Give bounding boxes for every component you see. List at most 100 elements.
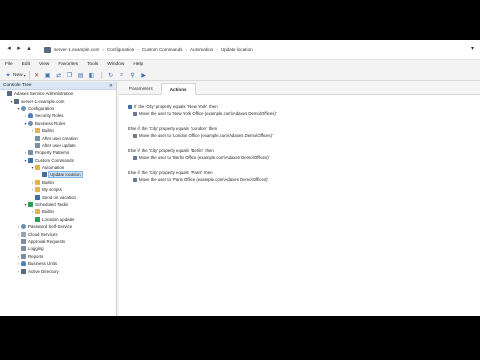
disable-icon[interactable]: ◧ bbox=[88, 71, 96, 79]
tree-item[interactable]: ▾ Custom Commands bbox=[0, 157, 116, 164]
refresh-icon[interactable]: ↻ bbox=[107, 71, 115, 79]
new-button[interactable]: ✦ New ▾ bbox=[4, 71, 30, 79]
tree-item[interactable]: › Builtin bbox=[0, 208, 116, 215]
menu-view[interactable]: View bbox=[39, 62, 49, 67]
action-text: Move the user to 'Berlin Office (example… bbox=[139, 155, 270, 160]
tree-item[interactable]: ▾ server-1.example.com bbox=[0, 97, 116, 104]
toolbar: ✦ New ▾ ✕ ▣ ⇄ ❐ ▤ ◧ ↻ ⌕ ⚲ ▶ bbox=[0, 70, 480, 81]
up-icon[interactable]: ▴ bbox=[25, 45, 33, 53]
tab-bar: Parameters Actions bbox=[119, 82, 480, 95]
breadcrumb-item[interactable]: Configuration bbox=[107, 47, 134, 52]
tree-item[interactable]: Location updater bbox=[0, 216, 116, 223]
chevron-down-icon: ▾ bbox=[23, 72, 26, 78]
tree-item[interactable]: › Builtin bbox=[0, 179, 116, 186]
move-user-icon bbox=[133, 177, 137, 182]
filter-icon[interactable]: ⚲ bbox=[129, 71, 137, 79]
tree-item[interactable]: › Builtin bbox=[0, 127, 116, 134]
doc-icon bbox=[21, 239, 26, 244]
tree-item[interactable]: ▾ Business Rules bbox=[0, 120, 116, 127]
tree-item[interactable]: After user update bbox=[0, 142, 116, 149]
action-row[interactable]: Move the user to 'London Office (example… bbox=[128, 132, 480, 139]
folder-icon bbox=[35, 165, 40, 171]
search-icon[interactable]: ⌕ bbox=[118, 71, 126, 79]
tree-item[interactable]: › My scripts bbox=[0, 186, 116, 193]
forward-icon[interactable]: ▸ bbox=[15, 45, 23, 53]
tree-item[interactable]: ▾ Automation bbox=[0, 164, 116, 171]
tree-item-label: Reports bbox=[28, 253, 44, 259]
breadcrumb-item[interactable]: Custom Commands bbox=[142, 47, 183, 52]
action-row[interactable]: Move the user to 'Berlin Office (example… bbox=[128, 154, 480, 161]
breadcrumb-item[interactable]: server-1.example.com bbox=[54, 47, 99, 52]
tree-item-label: Security Roles bbox=[35, 113, 64, 119]
tree-item[interactable]: › Reports bbox=[0, 253, 116, 260]
doc-icon bbox=[21, 253, 26, 259]
tree-item-label: Automation bbox=[42, 165, 65, 171]
run-icon[interactable]: ▶ bbox=[140, 71, 148, 79]
tree-item[interactable]: › Property Patterns bbox=[0, 149, 116, 156]
tree-item-label: Active Directory bbox=[28, 268, 59, 274]
tree-item[interactable]: Logging bbox=[0, 245, 116, 252]
properties-icon[interactable]: ▣ bbox=[44, 71, 52, 79]
tree-item-label: Adaxes Service Administration bbox=[14, 91, 74, 97]
close-icon[interactable]: ✕ bbox=[109, 83, 113, 89]
tree-item[interactable]: Approval Requests bbox=[0, 238, 116, 245]
tree-item-label: After user update bbox=[42, 142, 76, 148]
dropdown-icon[interactable]: ▾ bbox=[471, 45, 474, 52]
condition-value: 'Paris' bbox=[190, 170, 203, 175]
cmd-icon bbox=[35, 194, 40, 200]
condition-then: then bbox=[209, 104, 218, 109]
breadcrumb-item[interactable]: Update location bbox=[221, 47, 253, 52]
condition-text: the 'City' property equals bbox=[141, 148, 189, 153]
tree-item-label: Configuration bbox=[28, 105, 55, 111]
tree-item[interactable]: Send on vacation bbox=[0, 193, 116, 200]
tree-item[interactable]: After user creation bbox=[0, 134, 116, 141]
folder-icon bbox=[35, 209, 40, 215]
tree-item[interactable]: Update location bbox=[0, 171, 116, 179]
green-icon bbox=[28, 202, 33, 208]
condition-row[interactable]: If the 'City' property equals 'New York' th… bbox=[128, 103, 480, 110]
tree-item[interactable]: ▾ Configuration bbox=[0, 105, 116, 112]
doc-icon bbox=[35, 135, 40, 141]
breadcrumb[interactable]: server-1.example.com › Configuration › C… bbox=[44, 44, 253, 55]
condition-row[interactable]: Else if the 'City' property equals 'London… bbox=[128, 125, 480, 132]
tree-item[interactable]: ▾ Scheduled Tasks bbox=[0, 201, 116, 208]
tab-parameters[interactable]: Parameters bbox=[121, 82, 161, 94]
tree-item-label: Logging bbox=[28, 246, 44, 252]
doc-icon bbox=[21, 246, 26, 252]
menu-file[interactable]: File bbox=[5, 62, 13, 67]
condition-value: 'Berlin' bbox=[190, 148, 204, 153]
condition-text: the 'City' property equals bbox=[141, 126, 189, 131]
tab-actions[interactable]: Actions bbox=[160, 83, 196, 95]
tree-item[interactable]: › Password Self-Service bbox=[0, 223, 116, 230]
tree-item[interactable]: › Business Units bbox=[0, 260, 116, 267]
back-icon[interactable]: ◂ bbox=[5, 45, 13, 53]
menu-favorites[interactable]: Favorites bbox=[58, 62, 78, 67]
folder-icon bbox=[35, 179, 40, 185]
tree-item-label: Business Units bbox=[28, 261, 58, 267]
breadcrumb-separator: › bbox=[185, 47, 187, 52]
breadcrumb-item[interactable]: Automation bbox=[190, 47, 213, 52]
condition-block: If the 'City' property equals 'New York' th… bbox=[128, 103, 480, 117]
server-icon bbox=[44, 46, 51, 53]
tree-item[interactable]: › Active Directory bbox=[0, 267, 116, 274]
action-row[interactable]: Move the user to 'New York Office (examp… bbox=[128, 110, 480, 117]
tree-item-label: Password Self-Service bbox=[28, 224, 73, 230]
condition-row[interactable]: Else if the 'City' property equals 'Berlin… bbox=[128, 147, 480, 154]
paste-icon[interactable]: ▤ bbox=[77, 71, 85, 79]
menu-window[interactable]: Window bbox=[107, 62, 124, 67]
copy-icon[interactable]: ❐ bbox=[66, 71, 74, 79]
tree-item[interactable]: › Security Roles bbox=[0, 112, 116, 119]
menu-edit[interactable]: Edit bbox=[22, 62, 30, 67]
grey-icon bbox=[21, 231, 26, 237]
condition-row[interactable]: Else if the 'City' property equals 'Paris'… bbox=[128, 169, 480, 176]
move-icon[interactable]: ⇄ bbox=[55, 71, 63, 79]
menu-tools[interactable]: Tools bbox=[87, 62, 98, 67]
delete-icon[interactable]: ✕ bbox=[33, 71, 41, 79]
action-row[interactable]: Move the user to 'Paris Office (example.… bbox=[128, 176, 480, 183]
tree-item[interactable]: › Cloud Services bbox=[0, 230, 116, 237]
tree-item-label: Business Rules bbox=[35, 120, 66, 126]
tree-item[interactable]: Adaxes Service Administration bbox=[0, 90, 116, 97]
menu-help[interactable]: Help bbox=[133, 62, 143, 67]
tree-item-label: Send on vacation bbox=[42, 194, 76, 200]
move-user-icon bbox=[133, 133, 137, 138]
